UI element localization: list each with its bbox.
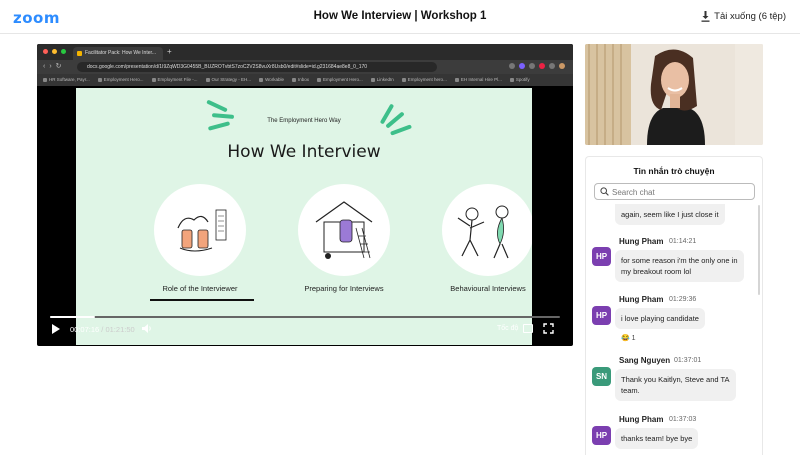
progress-fill xyxy=(50,316,96,318)
top-header: zoom How We Interview | Workshop 1 Tải x… xyxy=(0,0,800,34)
webcam-view xyxy=(585,44,763,145)
maximize-dot xyxy=(61,49,66,54)
bookmark-item[interactable]: Employment File -... xyxy=(152,77,198,86)
minimize-dot xyxy=(52,49,57,54)
behavioural-illustration xyxy=(442,184,532,276)
chat-message[interactable]: Thank you Kaitlyn, Steve and TA team. xyxy=(615,369,736,401)
chat-message-line: Thank you Kaitlyn, Steve and TA xyxy=(621,375,730,384)
chat-timestamp: 01:37:01 xyxy=(674,357,702,364)
browser-url: docs.google.com/presentation/d/1I9ZqWD3G… xyxy=(77,62,437,72)
bookmark-item[interactable]: EH Internal Hire Pl... xyxy=(455,77,502,86)
bookmark-item[interactable]: Spotify xyxy=(510,77,530,86)
page-title: How We Interview | Workshop 1 xyxy=(313,10,487,22)
chat-sender: Hung Pham xyxy=(619,237,664,246)
bookmark-item[interactable]: Employment Hero... xyxy=(98,77,144,86)
download-label: Tải xuống (6 tệp) xyxy=(714,11,786,22)
reaction-badge[interactable]: 😂 1 xyxy=(621,334,636,342)
chat-message-line: team. xyxy=(621,386,640,395)
avatar: SN xyxy=(592,367,611,386)
slide-label-preparing: Preparing for Interviews xyxy=(304,284,384,293)
captions-icon[interactable] xyxy=(523,324,533,333)
current-time: 00:07:16 xyxy=(70,325,100,334)
window-controls xyxy=(43,49,66,54)
progress-bar[interactable] xyxy=(50,316,560,318)
presentation-slide: The Employment Hero Way How We Interview xyxy=(76,88,532,345)
slide-subtitle: The Employment Hero Way xyxy=(267,118,341,124)
preparing-illustration xyxy=(298,184,390,276)
chat-panel: Tin nhắn trò chuyện again, seem like I j… xyxy=(585,156,763,455)
browser-tab: Facilitator Pack: How We Inter... xyxy=(73,47,163,60)
chat-message-partial: again, seem like I just close it xyxy=(615,204,725,225)
active-section-underline xyxy=(150,299,254,301)
bookmark-item[interactable]: Employment hero... xyxy=(402,77,447,86)
fullscreen-icon[interactable] xyxy=(543,323,554,334)
video-player[interactable]: Facilitator Pack: How We Inter... + ‹›↻ … xyxy=(37,44,573,346)
chat-sender: Sang Nguyen xyxy=(619,356,671,365)
chat-scrollbar[interactable] xyxy=(758,205,760,295)
browser-tab-strip: Facilitator Pack: How We Inter... + xyxy=(37,44,573,60)
slide-label-role: Role of the Interviewer xyxy=(162,284,238,293)
chat-message[interactable]: for some reason i'm the only one in my b… xyxy=(615,250,744,282)
download-button[interactable]: Tải xuống (6 tệp) xyxy=(701,11,786,22)
new-tab-icon: + xyxy=(167,47,172,56)
chat-timestamp: 01:14:21 xyxy=(669,238,697,245)
interviewer-illustration xyxy=(154,184,246,276)
bookmark-item[interactable]: Inbox xyxy=(292,77,309,86)
chat-message-line: i love playing candidate xyxy=(621,314,699,323)
bookmark-item[interactable]: Our Strategy - EH... xyxy=(206,77,252,86)
download-icon xyxy=(701,11,710,22)
player-controls: 00:07:16 / 01:21:50 Tốc độ xyxy=(44,313,566,343)
volume-icon[interactable] xyxy=(141,323,153,334)
chat-message[interactable]: i love playing candidate xyxy=(615,308,705,329)
chat-timestamp: 01:29:36 xyxy=(669,296,697,303)
bookmark-item[interactable]: Employment Hero... xyxy=(317,77,363,86)
burst-decoration-right xyxy=(376,103,416,144)
avatar: HP xyxy=(592,306,611,325)
chat-message-line: thanks team! bye bye xyxy=(621,434,693,443)
avatar: HP xyxy=(592,426,611,445)
chat-sender: Hung Pham xyxy=(619,415,664,424)
speed-button[interactable]: Tốc độ xyxy=(497,325,518,332)
play-icon[interactable] xyxy=(52,324,60,334)
bookmark-item[interactable]: HR Software, Payr... xyxy=(43,77,90,86)
duration: 01:21:50 xyxy=(105,325,135,334)
avatar: HP xyxy=(592,247,611,266)
chat-message-line: for some reason i'm the only one in xyxy=(621,256,738,265)
browser-bookmarks-bar: HR Software, Payr... Employment Hero... Em… xyxy=(37,74,573,86)
bookmark-item[interactable]: Workable xyxy=(259,77,284,86)
slide-label-behavioural: Behavioural Interviews xyxy=(450,284,526,293)
chat-search-box[interactable] xyxy=(594,183,755,200)
browser-extension-icons xyxy=(509,63,565,69)
chat-search-input[interactable] xyxy=(612,186,752,198)
close-dot xyxy=(43,49,48,54)
chat-message[interactable]: thanks team! bye bye xyxy=(615,428,699,449)
chat-timestamp: 01:37:03 xyxy=(669,416,697,423)
slide-title: How We Interview xyxy=(227,142,381,162)
time-display: 00:07:16 / 01:21:50 xyxy=(70,325,135,334)
chat-messages: again, seem like I just close it HP Hung… xyxy=(586,201,762,455)
browser-nav-icons: ‹›↻ xyxy=(43,63,66,70)
browser-address-row: ‹›↻ docs.google.com/presentation/d/1I9Zq… xyxy=(37,60,573,74)
chat-header: Tin nhắn trò chuyện xyxy=(633,166,715,176)
chat-sender: Hung Pham xyxy=(619,295,664,304)
chat-message-line: my breakout room lol xyxy=(621,267,692,276)
burst-decoration-left xyxy=(206,96,246,136)
bookmark-item[interactable]: LinkedIn xyxy=(371,77,394,86)
search-icon xyxy=(600,187,609,196)
